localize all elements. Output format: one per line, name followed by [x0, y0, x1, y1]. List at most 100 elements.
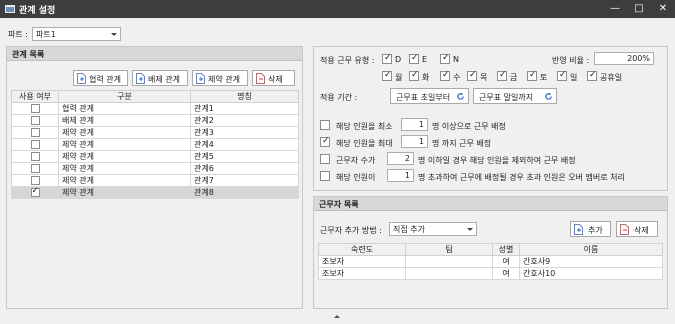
column-header-name[interactable]: 이름 — [519, 243, 663, 256]
collapse-arrow-icon[interactable] — [334, 315, 340, 318]
restrict-relation-label: 제약 관계 — [208, 75, 240, 84]
day-tue-label: 화 — [422, 73, 430, 82]
close-icon: ✕ — [658, 3, 668, 14]
workers-header: 근무자 목록 — [314, 197, 667, 211]
work-type-n-label: N — [453, 55, 459, 64]
work-type-n-checkbox[interactable] — [440, 53, 450, 64]
relation-table: 사용 여부 구분 명칭 협력 관계 관계1 배제 관계 관계2 제약 관계 관계… — [11, 90, 299, 199]
rule-min-value: 1 — [418, 120, 424, 129]
rule-exclude-checkbox[interactable] — [320, 154, 330, 164]
relation-name-cell: 관계2 — [190, 114, 299, 127]
workers-table: 숙련도 팀 성별 이름 조보자 여 간호사9 조보자 여 간호사10 — [318, 243, 663, 280]
delete-worker-button[interactable]: 삭제 — [616, 221, 658, 237]
relation-name-cell: 관계6 — [190, 162, 299, 175]
rule-max-checkbox[interactable] — [320, 136, 330, 147]
table-row[interactable]: 제약 관계 관계4 — [11, 138, 299, 151]
day-sun-checkbox[interactable] — [557, 70, 567, 81]
worker-team-cell — [405, 255, 493, 268]
ratio-value: 200% — [627, 54, 650, 63]
restrict-relation-button[interactable]: 제약 관계 — [192, 70, 248, 86]
day-mon-checkbox[interactable] — [382, 70, 392, 81]
used-checkbox[interactable] — [30, 116, 40, 125]
minimize-button[interactable]: — — [603, 0, 627, 18]
column-header-gender[interactable]: 성별 — [492, 243, 520, 256]
used-checkbox[interactable] — [30, 140, 40, 149]
rule-exclude-input[interactable]: 2 — [387, 152, 414, 165]
used-checkbox[interactable] — [30, 176, 40, 185]
ratio-input[interactable]: 200% — [594, 52, 654, 65]
maximize-button[interactable]: □ — [627, 0, 651, 18]
column-header-used[interactable]: 사용 여부 — [11, 90, 59, 103]
exclude-relation-label: 배제 관계 — [148, 75, 180, 84]
relation-type-cell: 제약 관계 — [58, 126, 191, 139]
day-holiday-label: 공휴일 — [600, 73, 623, 82]
table-row[interactable]: 조보자 여 간호사9 — [318, 255, 663, 268]
relation-list-panel: 관계 목록 협력 관계 배제 관계 제약 관계 삭제 사용 여부 구분 명칭 협… — [6, 46, 303, 309]
period-start-label: 근무표 초일부터 — [396, 93, 451, 102]
table-row[interactable]: 제약 관계 관계7 — [11, 174, 299, 187]
table-row[interactable]: 제약 관계 관계3 — [11, 126, 299, 139]
table-row[interactable]: 조보자 여 간호사10 — [318, 267, 663, 280]
work-type-e-label: E — [422, 55, 428, 64]
rule-min-checkbox[interactable] — [320, 120, 330, 130]
day-holiday-checkbox[interactable] — [587, 70, 597, 81]
delete-worker-label: 삭제 — [634, 226, 649, 235]
part-select-value: 파트1 — [36, 30, 56, 39]
worker-name-cell: 간호사10 — [519, 267, 663, 280]
rule-min-suffix: 명 이상으로 근무 배정 — [432, 122, 506, 131]
used-checkbox[interactable] — [30, 128, 40, 137]
rule-min-input[interactable]: 1 — [401, 118, 428, 131]
day-sun-label: 일 — [570, 73, 578, 82]
close-button[interactable]: ✕ — [651, 0, 675, 18]
window-title: 관계 설정 — [19, 6, 56, 16]
period-end-label: 근무표 말일까지 — [479, 93, 534, 102]
day-thu-checkbox[interactable] — [467, 70, 477, 81]
part-select[interactable]: 파트1 — [32, 27, 121, 41]
relation-type-cell: 제약 관계 — [58, 186, 191, 199]
worker-method-value: 직접 추가 — [393, 225, 425, 234]
table-row[interactable]: 제약 관계 관계5 — [11, 150, 299, 163]
relation-type-cell: 협력 관계 — [58, 102, 191, 115]
rule-exclude-suffix: 명 이하일 경우 해당 인원을 제외하여 근무 배정 — [418, 156, 576, 165]
work-type-d-checkbox[interactable] — [382, 53, 392, 64]
worker-method-select[interactable]: 직접 추가 — [389, 222, 477, 236]
rule-over-input[interactable]: 1 — [387, 169, 414, 182]
maximize-icon: □ — [634, 3, 644, 14]
day-fri-checkbox[interactable] — [497, 70, 507, 81]
used-checkbox[interactable] — [30, 188, 40, 197]
work-type-d-label: D — [395, 55, 402, 64]
column-header-team[interactable]: 팀 — [405, 243, 493, 256]
cooperate-relation-button[interactable]: 협력 관계 — [73, 70, 128, 86]
worker-gender-cell: 여 — [492, 255, 520, 268]
day-wed-checkbox[interactable] — [440, 70, 450, 81]
table-row[interactable]: 배제 관계 관계2 — [11, 114, 299, 127]
chevron-down-icon — [111, 33, 117, 36]
rule-max-input[interactable]: 1 — [401, 135, 428, 148]
period-start-button[interactable]: 근무표 초일부터 — [390, 88, 469, 104]
period-end-button[interactable]: 근무표 말일까지 — [473, 88, 557, 104]
exclude-relation-button[interactable]: 배제 관계 — [132, 70, 188, 86]
day-mon-label: 월 — [395, 73, 403, 82]
column-header-skill[interactable]: 숙련도 — [318, 243, 406, 256]
table-row-selected[interactable]: 제약 관계 관계8 — [11, 186, 299, 199]
relation-type-cell: 제약 관계 — [58, 150, 191, 163]
rule-over-suffix: 명 초과하여 근무에 배정될 경우 초과 인원은 오버 멤버로 처리 — [418, 173, 625, 182]
used-checkbox[interactable] — [30, 164, 40, 173]
day-tue-checkbox[interactable] — [409, 70, 419, 81]
work-type-label: 적용 근무 유형 : — [320, 56, 375, 65]
used-checkbox[interactable] — [30, 104, 40, 113]
column-header-type[interactable]: 구분 — [58, 90, 191, 103]
rule-over-checkbox[interactable] — [320, 171, 330, 181]
add-document-icon — [77, 73, 86, 84]
column-header-name[interactable]: 명칭 — [190, 90, 299, 103]
day-sat-checkbox[interactable] — [527, 70, 537, 81]
rule-exclude-value: 2 — [404, 154, 410, 163]
table-row[interactable]: 협력 관계 관계1 — [11, 102, 299, 115]
work-type-e-checkbox[interactable] — [409, 53, 419, 64]
rule-min-prefix: 해당 인원을 최소 — [336, 122, 393, 131]
table-row[interactable]: 제약 관계 관계6 — [11, 162, 299, 175]
used-checkbox[interactable] — [30, 152, 40, 161]
add-worker-button[interactable]: 추가 — [570, 221, 611, 237]
rule-max-suffix: 명 까지 근무 배정 — [432, 139, 492, 148]
delete-relation-button[interactable]: 삭제 — [252, 70, 295, 86]
